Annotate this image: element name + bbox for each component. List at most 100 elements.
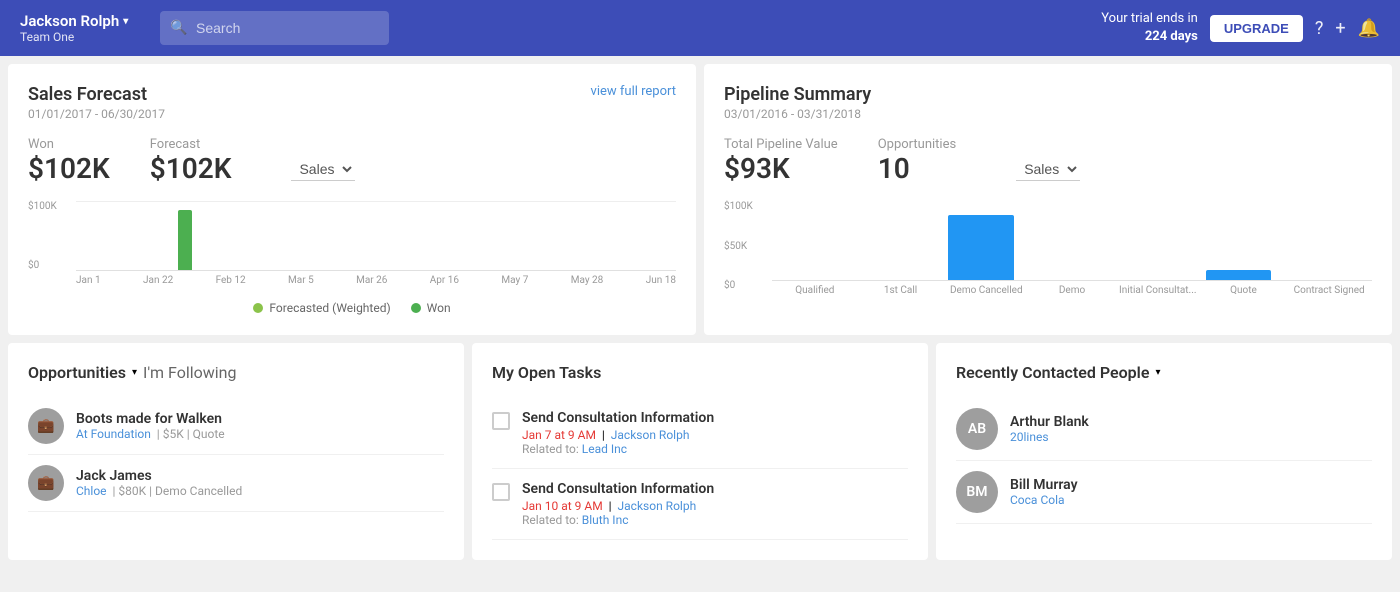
grid-line-top	[76, 201, 676, 202]
user-menu[interactable]: Jackson Rolph ▾ Team One	[20, 12, 140, 44]
person-name-1: Arthur Blank	[1010, 414, 1089, 430]
notification-icon[interactable]: 🔔	[1358, 18, 1380, 39]
pipeline-dropdown[interactable]: Sales	[1016, 158, 1080, 181]
stage-contract-signed: Contract Signed	[1286, 285, 1372, 296]
task-title-1: Send Consultation Information	[522, 410, 714, 426]
people-title: Recently Contacted People	[956, 363, 1149, 382]
stage-quote: Quote	[1201, 285, 1287, 296]
task-related-2: Related to: Bluth Inc	[522, 513, 714, 527]
upgrade-button[interactable]: UPGRADE	[1210, 15, 1303, 42]
pipeline-title: Pipeline Summary	[724, 84, 1372, 105]
chart-y-labels: $100K $0	[28, 201, 57, 271]
header-right: Your trial ends in 224 days UPGRADE ? + …	[1101, 10, 1380, 46]
task-title-2: Send Consultation Information	[522, 481, 714, 497]
task-person-2[interactable]: Jackson Rolph	[618, 499, 697, 513]
opps-count: 10	[878, 152, 956, 185]
won-label: Won	[28, 137, 110, 152]
x-label-jun18: Jun 18	[646, 275, 676, 286]
avatar-bm: BM	[956, 471, 998, 513]
pipeline-chart: $100K $50K $0 Qualified 1st Call Demo Ca…	[724, 201, 1372, 311]
x-label-mar26: Mar 26	[356, 275, 387, 286]
help-icon[interactable]: ?	[1315, 18, 1324, 39]
avatar-ab: AB	[956, 408, 998, 450]
person-item-1: AB Arthur Blank 20lines	[956, 398, 1372, 461]
user-chevron: ▾	[123, 16, 128, 27]
stage-demo: Demo	[1029, 285, 1115, 296]
legend-won: Won	[411, 301, 451, 315]
metrics-row: Won $102K Forecast $102K Sales	[28, 137, 676, 185]
recently-contacted-card: Recently Contacted People ▾ AB Arthur Bl…	[936, 343, 1392, 560]
x-label-feb12: Feb 12	[216, 275, 246, 286]
opportunities-header: Opportunities ▾ I'm Following	[28, 363, 444, 382]
forecasted-dot	[253, 303, 263, 313]
sales-dropdown[interactable]: Sales	[291, 158, 355, 181]
opp-icon-2: 💼	[28, 465, 64, 501]
total-pipeline-metric: Total Pipeline Value $93K	[724, 137, 838, 185]
people-header: Recently Contacted People ▾	[956, 363, 1372, 382]
won-metric: Won $102K	[28, 137, 110, 185]
app-header: Jackson Rolph ▾ Team One 🔍 Your trial en…	[0, 0, 1400, 56]
task-person-1[interactable]: Jackson Rolph	[611, 428, 690, 442]
opportunities-chevron[interactable]: ▾	[132, 367, 137, 378]
person-company-1[interactable]: 20lines	[1010, 430, 1089, 444]
trial-days: 224 days	[1101, 28, 1198, 46]
pipeline-y-labels: $100K $50K $0	[724, 201, 753, 291]
task-related-1: Related to: Lead Inc	[522, 442, 714, 456]
opp-item-2: 💼 Jack James Chloe | $80K | Demo Cancell…	[28, 455, 444, 512]
task-item-1: Send Consultation Information Jan 7 at 9…	[492, 398, 908, 469]
view-full-report-link[interactable]: view full report	[591, 84, 676, 99]
trial-text: Your trial ends in	[1101, 10, 1198, 28]
task-content-1: Send Consultation Information Jan 7 at 9…	[522, 410, 714, 456]
legend-forecasted-label: Forecasted (Weighted)	[269, 301, 390, 315]
opp-name-2: Jack James	[76, 468, 242, 484]
demo-cancelled-bar	[948, 215, 1014, 280]
py-label-0: $0	[724, 280, 753, 291]
task-content-2: Send Consultation Information Jan 10 at …	[522, 481, 714, 527]
x-label-may28: May 28	[571, 275, 604, 286]
stage-initial-consult: Initial Consultat...	[1115, 285, 1201, 296]
add-icon[interactable]: +	[1335, 18, 1345, 39]
forecast-label: Forecast	[150, 137, 232, 152]
task-checkbox-2[interactable]	[492, 483, 510, 501]
x-label-may7: May 7	[501, 275, 528, 286]
won-dot	[411, 303, 421, 313]
trial-info: Your trial ends in 224 days	[1101, 10, 1198, 46]
opportunities-metric: Opportunities 10	[878, 137, 956, 185]
chart-x-labels: Jan 1 Jan 22 Feb 12 Mar 5 Mar 26 Apr 16 …	[76, 275, 676, 286]
stage-1st-call: 1st Call	[858, 285, 944, 296]
opp-company-1[interactable]: At Foundation	[76, 427, 151, 441]
opp-item-1: 💼 Boots made for Walken At Foundation | …	[28, 398, 444, 455]
py-label-50k: $50K	[724, 241, 753, 252]
task-date-1: Jan 7 at 9 AM	[522, 428, 596, 442]
person-details-1: Arthur Blank 20lines	[1010, 414, 1089, 444]
open-tasks-card: My Open Tasks Send Consultation Informat…	[472, 343, 928, 560]
opp-company-2[interactable]: Chloe	[76, 484, 107, 498]
x-label-apr16: Apr 16	[430, 275, 459, 286]
search-input[interactable]	[160, 11, 389, 45]
opp-detail-1: At Foundation | $5K | Quote	[76, 427, 225, 441]
total-label: Total Pipeline Value	[724, 137, 838, 152]
pipeline-metrics-row: Total Pipeline Value $93K Opportunities …	[724, 137, 1372, 185]
won-bar	[178, 210, 192, 270]
x-label-mar5: Mar 5	[288, 275, 314, 286]
won-value: $102K	[28, 152, 110, 185]
task-checkbox-1[interactable]	[492, 412, 510, 430]
y-label-100k: $100K	[28, 201, 57, 212]
person-company-2[interactable]: Coca Cola	[1010, 493, 1078, 507]
user-name: Jackson Rolph	[20, 12, 119, 30]
legend-forecasted: Forecasted (Weighted)	[253, 301, 390, 315]
sales-chart: $100K $0 Jan 1 Jan 22 Feb 12 Mar 5 Mar 2…	[28, 201, 676, 291]
task-related-link-1[interactable]: Lead Inc	[582, 442, 627, 456]
opp-details-2: Jack James Chloe | $80K | Demo Cancelled	[76, 468, 242, 498]
task-related-link-2[interactable]: Bluth Inc	[582, 513, 629, 527]
chart-legend: Forecasted (Weighted) Won	[28, 301, 676, 315]
task-meta-2: Jan 10 at 9 AM | Jackson Rolph	[522, 499, 714, 513]
pipeline-bar-area	[772, 201, 1372, 281]
sales-forecast-title: Sales Forecast	[28, 84, 676, 105]
py-label-100k: $100K	[724, 201, 753, 212]
pipeline-date: 03/01/2016 - 03/31/2018	[724, 107, 1372, 121]
stage-qualified: Qualified	[772, 285, 858, 296]
people-chevron[interactable]: ▾	[1155, 367, 1160, 378]
chart-area	[76, 201, 676, 271]
following-label: I'm Following	[143, 363, 236, 382]
